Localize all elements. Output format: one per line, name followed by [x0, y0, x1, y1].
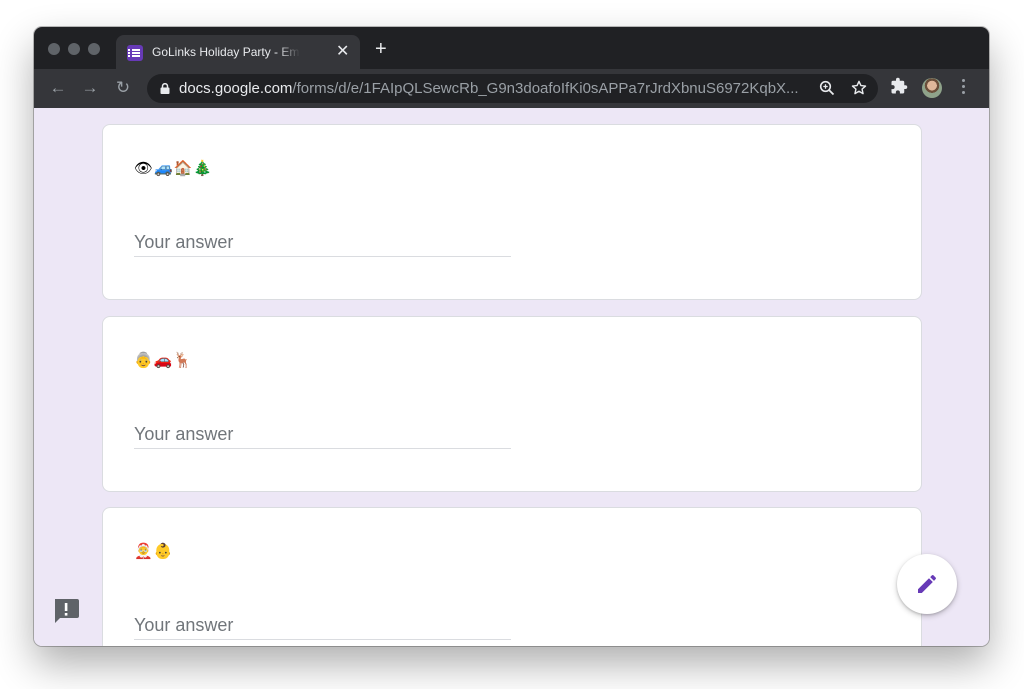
forward-arrow-icon[interactable]: →	[80, 78, 100, 98]
question-card: 🤶👶	[102, 507, 922, 646]
url-host: docs.google.com	[179, 80, 293, 97]
tab-title: GoLinks Holiday Party - Emoji Form	[152, 45, 300, 59]
form-page: 👁🚙🏠🎄 👵🚗🦌 🤶👶	[34, 108, 989, 646]
browser-toolbar: ← → ↻ docs.google.com/forms/d/e/1FAIpQLS…	[34, 69, 989, 108]
question-emoji: 👁🚙🏠🎄	[134, 160, 214, 177]
forms-favicon-icon	[127, 45, 143, 61]
browser-tab[interactable]: GoLinks Holiday Party - Emoji Form ✕	[116, 35, 360, 69]
reload-icon[interactable]: ↻	[113, 78, 133, 98]
minimize-window-button[interactable]	[68, 43, 80, 55]
close-window-button[interactable]	[48, 43, 60, 55]
browser-window: GoLinks Holiday Party - Emoji Form ✕ + ←…	[34, 27, 989, 646]
zoom-icon[interactable]	[819, 80, 835, 96]
star-icon[interactable]	[850, 79, 868, 97]
profile-avatar[interactable]	[922, 78, 942, 98]
question-card: 👁🚙🏠🎄	[102, 124, 922, 300]
question-card: 👵🚗🦌	[102, 316, 922, 492]
tab-close-icon[interactable]: ✕	[336, 43, 349, 61]
report-icon[interactable]	[52, 598, 80, 624]
url-path: /forms/d/e/1FAIpQLSewcRb_G9n3doafoIfKi0s…	[292, 80, 799, 97]
address-bar[interactable]: docs.google.com/forms/d/e/1FAIpQLSewcRb_…	[147, 74, 878, 103]
answer-input[interactable]	[134, 420, 511, 449]
edit-response-button[interactable]	[897, 554, 957, 614]
tab-bar: GoLinks Holiday Party - Emoji Form ✕ +	[34, 27, 989, 69]
url-text[interactable]: docs.google.com/forms/d/e/1FAIpQLSewcRb_…	[179, 80, 801, 97]
maximize-window-button[interactable]	[88, 43, 100, 55]
pencil-icon	[918, 575, 936, 593]
answer-input[interactable]	[134, 611, 511, 640]
question-emoji: 👵🚗🦌	[134, 352, 194, 369]
question-emoji: 🤶👶	[134, 543, 174, 560]
new-tab-button[interactable]: +	[375, 39, 387, 59]
extensions-icon[interactable]	[890, 77, 908, 95]
lock-icon	[160, 83, 170, 94]
back-arrow-icon[interactable]: ←	[48, 78, 68, 98]
answer-input[interactable]	[134, 228, 511, 257]
menu-icon[interactable]	[962, 79, 966, 97]
